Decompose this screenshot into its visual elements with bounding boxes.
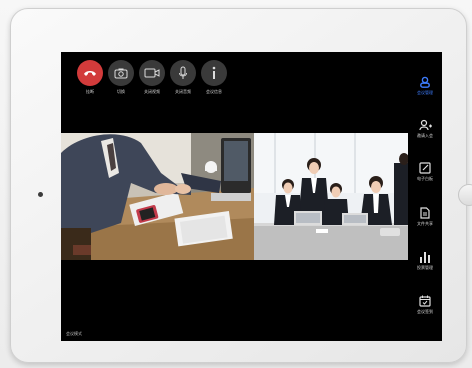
- info-icon: [201, 60, 227, 86]
- video-label: 关闭视频: [144, 89, 160, 94]
- sidebar-label-whiteboard: 电子白板: [417, 176, 433, 181]
- people-icon: [420, 76, 430, 88]
- audio-label: 关闭音频: [175, 89, 191, 94]
- sidebar-label-invite: 邀请入会: [417, 133, 433, 138]
- background: 挂断 切换 关闭视频 关闭音频 会议信息 会议管理 邀请入会 电子白板 文件共享…: [0, 0, 472, 368]
- calendar-check-icon: [419, 295, 431, 307]
- sidebar-label-voting: 投票管理: [417, 265, 433, 270]
- meeting-info-button[interactable]: 会议信息: [201, 60, 227, 95]
- video-conference-screen: 挂断 切换 关闭视频 关闭音频 会议信息 会议管理 邀请入会 电子白板 文件共享…: [61, 52, 442, 341]
- sidebar-item-whiteboard[interactable]: 电子白板: [408, 162, 442, 182]
- info-label: 会议信息: [206, 89, 222, 94]
- toggle-video-button[interactable]: 关闭视频: [139, 60, 165, 95]
- front-camera: [38, 192, 43, 197]
- call-toolbar: 挂断 切换 关闭视频 关闭音频 会议信息: [77, 60, 227, 95]
- switch-label: 切换: [117, 89, 125, 94]
- home-button[interactable]: [458, 184, 472, 206]
- sidebar-label-file-share: 文件共享: [417, 221, 433, 226]
- switch-camera-button[interactable]: 切换: [108, 60, 134, 95]
- video-icon: [139, 60, 165, 86]
- video-tile-1[interactable]: [61, 133, 254, 260]
- sidebar-label-meeting-management: 会议管理: [417, 90, 433, 95]
- video-frame-handshake: [61, 133, 254, 260]
- toggle-audio-button[interactable]: 关闭音频: [170, 60, 196, 95]
- tablet-frame: 挂断 切换 关闭视频 关闭音频 会议信息 会议管理 邀请入会 电子白板 文件共享…: [10, 8, 472, 363]
- hangup-button[interactable]: 挂断: [77, 60, 103, 95]
- video-frame-meeting: [254, 133, 408, 260]
- whiteboard-icon: [419, 162, 431, 174]
- camera-switch-icon: [108, 60, 134, 86]
- file-share-icon: [420, 207, 430, 219]
- sidebar-item-invite[interactable]: 邀请入会: [408, 119, 442, 139]
- sidebar-item-signin[interactable]: 会议签到: [408, 295, 442, 315]
- sidebar-item-meeting-management[interactable]: 会议管理: [408, 76, 442, 96]
- hangup-label: 挂断: [86, 89, 94, 94]
- right-sidebar: 会议管理 邀请入会 电子白板 文件共享 投票管理 会议签到: [408, 52, 442, 341]
- add-person-icon: [418, 119, 432, 131]
- sidebar-label-signin: 会议签到: [417, 309, 433, 314]
- chart-icon: [420, 252, 430, 263]
- phone-hangup-icon: [77, 60, 103, 86]
- sidebar-item-voting[interactable]: 投票管理: [408, 251, 442, 271]
- sidebar-item-file-share[interactable]: 文件共享: [408, 207, 442, 227]
- microphone-icon: [170, 60, 196, 86]
- status-text: 会议模式: [66, 331, 82, 336]
- video-tile-2[interactable]: [254, 133, 408, 260]
